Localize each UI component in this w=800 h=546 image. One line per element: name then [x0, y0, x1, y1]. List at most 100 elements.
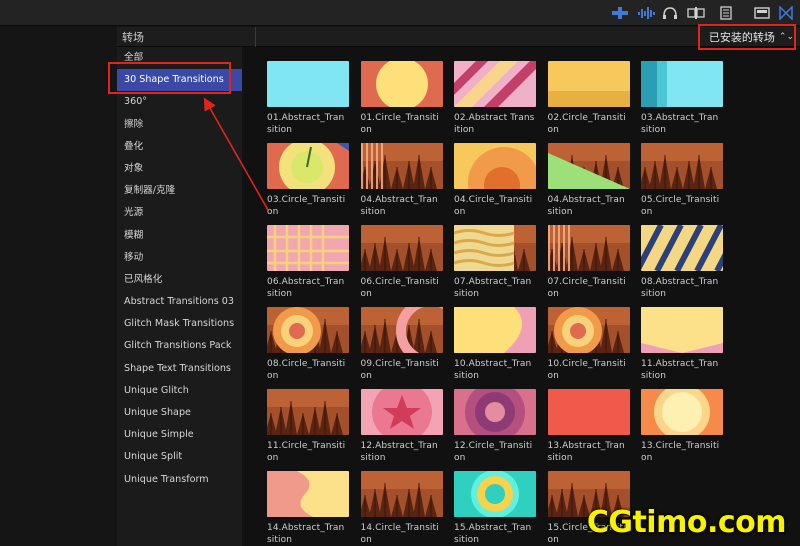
- transition-label: 12.Circle_Transition: [454, 441, 533, 463]
- transition-tile[interactable]: 07.Circle_Transition: [547, 225, 630, 300]
- sidebar-item[interactable]: Glitch Transitions Pack: [117, 335, 242, 357]
- transition-tile[interactable]: 12.Abstract_Transition: [360, 389, 443, 464]
- transition-label: 12.Abstract_Transition: [360, 441, 438, 463]
- transition-label: 15.Abstract_Transition: [454, 523, 532, 545]
- transition-tile[interactable]: 04.Abstract_Transition: [547, 143, 630, 218]
- transition-thumbnail[interactable]: [641, 389, 723, 435]
- transition-label: 02.Circle_Transition: [547, 113, 626, 135]
- film-strip-icon[interactable]: [716, 4, 736, 22]
- transition-tile[interactable]: 09.Circle_Transition: [360, 307, 443, 382]
- transition-tile[interactable]: 11.Circle_Transition: [267, 389, 349, 464]
- transition-thumbnail[interactable]: [547, 307, 630, 353]
- sidebar-item[interactable]: Unique Transform: [117, 469, 242, 491]
- transition-tile[interactable]: 07.Abstract_Transition: [454, 225, 536, 300]
- transition-thumbnail[interactable]: [267, 471, 349, 517]
- headphones-icon[interactable]: [660, 4, 680, 22]
- transition-label: 13.Circle_Transition: [641, 441, 720, 463]
- transition-thumbnail[interactable]: [547, 61, 630, 107]
- transition-tile[interactable]: 10.Abstract_Transition: [454, 307, 536, 382]
- sidebar-item[interactable]: 复制器/克隆: [117, 180, 242, 202]
- transition-tile[interactable]: 14.Circle_Transition: [360, 471, 443, 546]
- transition-thumbnail[interactable]: [454, 61, 536, 107]
- transition-thumbnail[interactable]: [267, 307, 349, 353]
- transition-thumbnail[interactable]: [454, 225, 536, 271]
- transition-thumbnail[interactable]: [454, 307, 536, 353]
- transition-tile[interactable]: 03.Abstract_Transition: [641, 61, 723, 136]
- sidebar-item[interactable]: 360°: [117, 91, 242, 113]
- sidebar-item[interactable]: 对象: [117, 158, 242, 180]
- sidebar-item[interactable]: 叠化: [117, 136, 242, 158]
- transition-label: 03.Abstract_Transition: [641, 113, 719, 135]
- transition-tile[interactable]: 08.Circle_Transition: [267, 307, 349, 382]
- transition-thumbnail[interactable]: [641, 143, 723, 189]
- sidebar-item[interactable]: Unique Shape: [117, 402, 242, 424]
- transition-thumbnail[interactable]: [454, 471, 536, 517]
- transition-thumbnail[interactable]: [267, 143, 349, 189]
- transition-thumbnail[interactable]: [454, 143, 536, 189]
- transition-label: 11.Abstract_Transition: [641, 359, 719, 381]
- transition-tile[interactable]: 13.Circle_Transition: [641, 389, 723, 464]
- transition-thumbnail[interactable]: [267, 61, 349, 107]
- sidebar-item[interactable]: 擦除: [117, 114, 242, 136]
- transition-thumbnail[interactable]: [547, 225, 630, 271]
- transition-thumbnail[interactable]: [360, 307, 443, 353]
- watermark: CGtimo.com: [586, 505, 787, 540]
- top-toolbar: [0, 0, 800, 26]
- transition-label: 07.Circle_Transition: [547, 277, 626, 299]
- transition-tile[interactable]: 02.Abstract Transition: [454, 61, 536, 136]
- transition-thumbnail[interactable]: [360, 471, 443, 517]
- transition-thumbnail[interactable]: [454, 389, 536, 435]
- transition-thumbnail[interactable]: [360, 389, 443, 435]
- transition-tile[interactable]: 13.Abstract_Transition: [547, 389, 630, 464]
- transition-thumbnail[interactable]: [267, 389, 349, 435]
- transition-tile[interactable]: 04.Abstract_Transition: [360, 143, 443, 218]
- transition-tile[interactable]: 10.Circle_Transition: [547, 307, 630, 382]
- transition-tile[interactable]: 06.Abstract_Transition: [267, 225, 349, 300]
- sidebar-item[interactable]: Shape Text Transitions: [117, 358, 242, 380]
- transition-tile[interactable]: 03.Circle_Transition: [267, 143, 349, 218]
- transition-label: 10.Circle_Transition: [547, 359, 626, 381]
- transition-thumbnail[interactable]: [547, 143, 630, 189]
- header-divider: [255, 27, 256, 47]
- snapping-icon[interactable]: [686, 4, 706, 22]
- sidebar-item[interactable]: 移动: [117, 247, 242, 269]
- window-layout-icon[interactable]: [752, 4, 772, 22]
- transition-label: 05.Circle_Transition: [641, 195, 720, 217]
- sidebar-item[interactable]: 已风格化: [117, 269, 242, 291]
- transition-thumbnail[interactable]: [641, 225, 723, 271]
- sidebar-item[interactable]: Unique Simple: [117, 424, 242, 446]
- transition-label: 10.Abstract_Transition: [454, 359, 532, 381]
- transition-tile[interactable]: 02.Circle_Transition: [547, 61, 630, 136]
- audio-waveform-icon[interactable]: [636, 4, 656, 22]
- transition-label: 04.Abstract_Transition: [360, 195, 438, 217]
- transition-tile[interactable]: 06.Circle_Transition: [360, 225, 443, 300]
- sidebar-item[interactable]: Unique Split: [117, 446, 242, 468]
- transition-thumbnail[interactable]: [360, 61, 443, 107]
- transition-tile[interactable]: 08.Abstract_Transition: [641, 225, 723, 300]
- transition-label: 07.Abstract_Transition: [454, 277, 532, 299]
- transition-thumbnail[interactable]: [641, 307, 723, 353]
- sidebar-item[interactable]: Abstract Transitions 03: [117, 291, 242, 313]
- transition-tile[interactable]: 14.Abstract_Transition: [267, 471, 349, 546]
- transitions-browser-icon[interactable]: [776, 4, 796, 22]
- transition-thumbnail[interactable]: [547, 389, 630, 435]
- transition-thumbnail[interactable]: [267, 225, 349, 271]
- transition-tile[interactable]: 01.Circle_Transition: [360, 61, 443, 136]
- transition-tile[interactable]: 04.Circle_Transition: [454, 143, 536, 218]
- transition-label: 13.Abstract_Transition: [547, 441, 625, 463]
- transition-tile[interactable]: 11.Abstract_Transition: [641, 307, 723, 382]
- sidebar-item[interactable]: 模糊: [117, 225, 242, 247]
- sidebar-item[interactable]: Glitch Mask Transitions: [117, 313, 242, 335]
- sidebar-item[interactable]: Unique Glitch: [117, 380, 242, 402]
- color-board-icon[interactable]: [610, 4, 630, 22]
- transitions-grid-area: 01.Abstract_Transition 01.Circle_Transiti…: [244, 47, 800, 546]
- sidebar-item[interactable]: 光源: [117, 202, 242, 224]
- transition-tile[interactable]: 12.Circle_Transition: [454, 389, 536, 464]
- transition-tile[interactable]: 05.Circle_Transition: [641, 143, 723, 218]
- transition-thumbnail[interactable]: [360, 143, 443, 189]
- transition-thumbnail[interactable]: [641, 61, 723, 107]
- highlight-box-dropdown: [698, 24, 796, 50]
- transition-tile[interactable]: 01.Abstract_Transition: [267, 61, 349, 136]
- transition-tile[interactable]: 15.Abstract_Transition: [454, 471, 536, 546]
- transition-thumbnail[interactable]: [360, 225, 443, 271]
